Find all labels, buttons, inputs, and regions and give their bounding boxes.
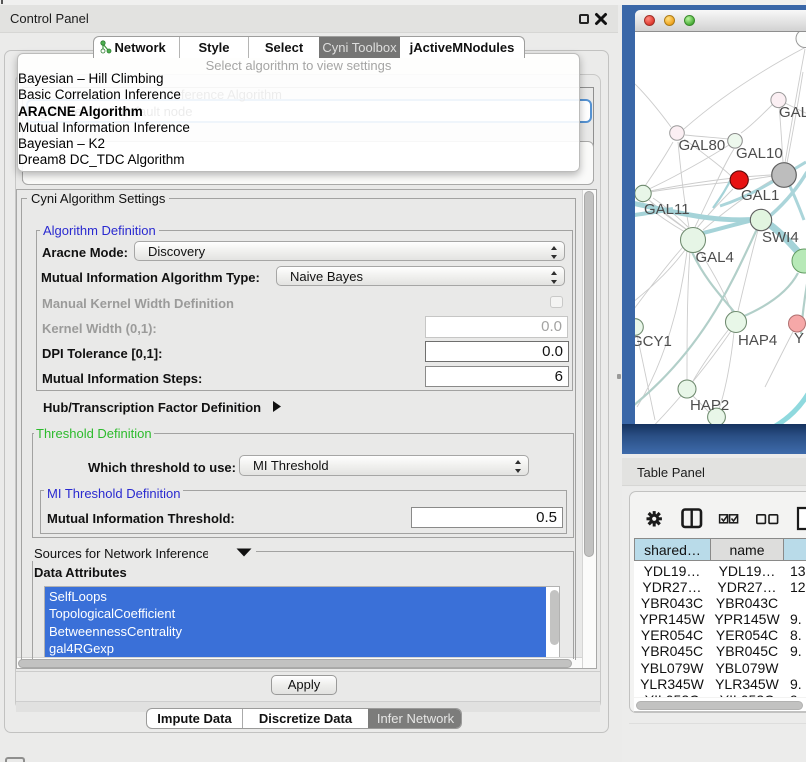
- svg-text:HAP4: HAP4: [738, 332, 777, 349]
- svg-text:GAL80: GAL80: [679, 137, 726, 154]
- svg-text:GAL1: GAL1: [741, 187, 779, 204]
- svg-text:GAL11: GAL11: [644, 201, 690, 218]
- svg-text:GAL4: GAL4: [696, 249, 734, 266]
- svg-text:GCY1: GCY1: [635, 333, 672, 350]
- svg-text:HAP2: HAP2: [690, 397, 729, 414]
- svg-text:SWI4: SWI4: [762, 229, 799, 246]
- svg-text:Y: Y: [794, 330, 804, 347]
- svg-text:GAL7: GAL7: [779, 104, 806, 121]
- svg-text:GAL10: GAL10: [736, 145, 783, 162]
